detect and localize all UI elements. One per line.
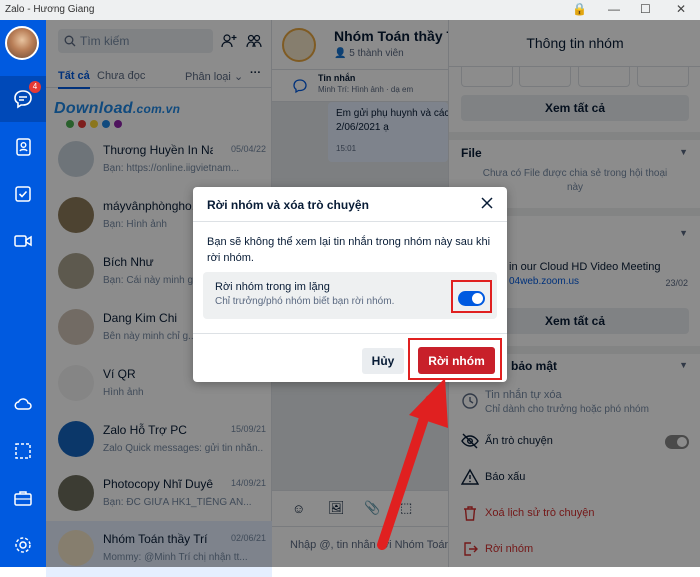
- cloud-icon: [14, 398, 32, 410]
- video-icon: [14, 235, 32, 247]
- cancel-button[interactable]: Hủy: [362, 348, 404, 374]
- title-bar: Zalo - Hương Giang 🔒 — ☐ ✕: [0, 0, 700, 20]
- contacts-icon: [16, 138, 31, 156]
- dialog-header: Rời nhóm và xóa trò chuyện: [193, 187, 507, 222]
- leave-group-dialog: Rời nhóm và xóa trò chuyện Bạn sẽ không …: [193, 187, 507, 382]
- gear-icon: [15, 537, 31, 553]
- close-window-icon[interactable]: ✕: [676, 2, 686, 16]
- contacts-nav-button[interactable]: [0, 124, 46, 170]
- screenshot-icon: [15, 443, 31, 459]
- messages-nav-button[interactable]: 4: [0, 76, 46, 122]
- minimize-icon[interactable]: —: [608, 2, 620, 16]
- dialog-body: Bạn sẽ không thể xem lại tin nhắn trong …: [207, 236, 491, 264]
- toggle-highlight-box: [451, 280, 492, 313]
- window-title: Zalo - Hương Giang: [5, 4, 95, 15]
- cloud-nav-button[interactable]: [0, 381, 46, 427]
- nav-rail: 4: [0, 20, 46, 567]
- briefcase-icon: [14, 491, 32, 506]
- todo-nav-button[interactable]: [0, 171, 46, 217]
- silent-leave-sub: Chỉ trưởng/phó nhóm biết bạn rời nhóm.: [215, 296, 395, 307]
- video-nav-button[interactable]: [0, 218, 46, 264]
- toolbox-nav-button[interactable]: [0, 475, 46, 521]
- chat-icon: [14, 90, 32, 109]
- silent-leave-title: Rời nhóm trong im lặng: [215, 281, 330, 293]
- checkbox-icon: [15, 186, 31, 202]
- close-icon[interactable]: [479, 195, 495, 211]
- screenshot-nav-button[interactable]: [0, 428, 46, 474]
- lock-icon[interactable]: 🔒: [572, 2, 587, 16]
- dialog-title: Rời nhóm và xóa trò chuyện: [207, 198, 369, 212]
- confirm-highlight-box: [408, 338, 502, 380]
- maximize-icon[interactable]: ☐: [640, 2, 651, 16]
- avatar[interactable]: [5, 26, 39, 60]
- settings-nav-button[interactable]: [0, 522, 46, 568]
- unread-badge: 4: [29, 81, 41, 93]
